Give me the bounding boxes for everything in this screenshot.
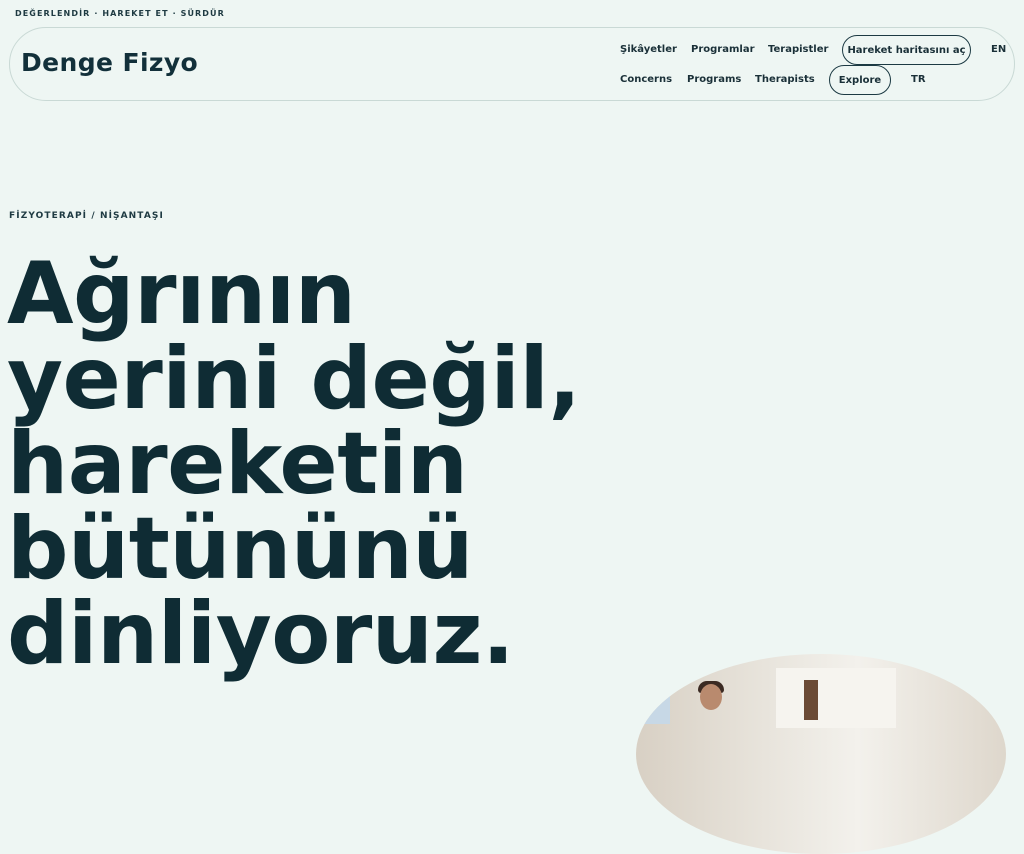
hero-photo [636,654,1006,854]
site-logo[interactable]: Denge Fizyo [21,48,198,77]
nav-link-therapists[interactable]: Therapists [755,74,815,85]
explore-button[interactable]: Explore [829,65,891,95]
language-switch-tr[interactable]: TR [911,74,926,85]
photo-person [700,684,722,710]
hero-line: bütününü [7,499,474,599]
language-switch-en[interactable]: EN [991,44,1006,55]
photo-window [636,694,670,724]
nav-link-programs[interactable]: Programs [687,74,741,85]
hero-line: hareketin [7,414,468,514]
nav-link-terapistler[interactable]: Terapistler [768,44,828,55]
site-header: Denge Fizyo Şikâyetler Programlar Terapi… [9,27,1015,101]
hero-eyebrow: FİZYOTERAPİ / NİŞANTAŞI [9,211,164,221]
photo-wall [776,668,896,728]
photo-beam [804,680,818,720]
hero-line: Ağrının [7,244,356,344]
tagline: DEĞERLENDİR · HAREKET ET · SÜRDÜR [15,9,225,18]
nav-link-programlar[interactable]: Programlar [691,44,755,55]
hero-headline: Ağrının yerini değil, hareketin bütününü… [7,244,581,684]
nav-link-sikayetler[interactable]: Şikâyetler [620,44,677,55]
nav-link-concerns[interactable]: Concerns [620,74,672,85]
hero-line: yerini değil, [7,329,581,429]
hero-line: dinliyoruz. [7,584,515,684]
movement-map-button[interactable]: Hareket haritasını aç [842,35,971,65]
